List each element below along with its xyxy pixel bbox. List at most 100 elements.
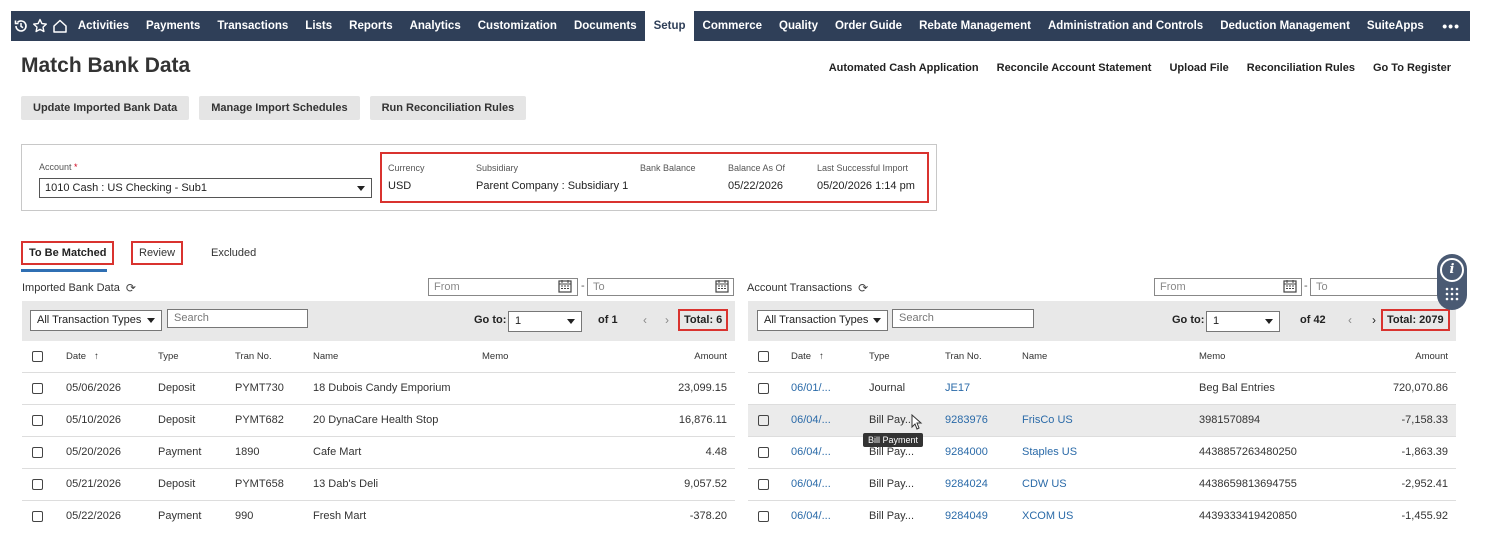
table-row[interactable]: 06/04/... Bill Pay... 9284049 XCOM US 44… bbox=[748, 499, 1456, 532]
column-header-memo[interactable]: Memo bbox=[482, 341, 590, 372]
cell-tran-no-link[interactable]: 9284000 bbox=[945, 435, 1022, 468]
cell-tran-no-link[interactable]: JE17 bbox=[945, 371, 1022, 404]
nav-lists[interactable]: Lists bbox=[297, 11, 341, 41]
row-checkbox-cell[interactable] bbox=[22, 403, 66, 436]
manage-import-schedules-button[interactable]: Manage Import Schedules bbox=[199, 96, 360, 120]
next-page-icon[interactable]: › bbox=[665, 313, 669, 327]
tab-review[interactable]: Review bbox=[131, 241, 184, 265]
nav-analytics[interactable]: Analytics bbox=[401, 11, 469, 41]
cell-name-link[interactable]: Staples US bbox=[1022, 435, 1199, 468]
cell-name-link[interactable] bbox=[1022, 371, 1199, 404]
cell-tran-no-link[interactable]: 9284049 bbox=[945, 499, 1022, 532]
row-checkbox[interactable] bbox=[758, 414, 769, 426]
nav-administration-and-controls[interactable]: Administration and Controls bbox=[1039, 11, 1211, 41]
select-all-checkbox-cell[interactable] bbox=[748, 341, 791, 372]
column-header-date[interactable]: Date ↑ bbox=[66, 341, 158, 372]
nav-deduction-management[interactable]: Deduction Management bbox=[1212, 11, 1359, 41]
prev-page-icon[interactable]: ‹ bbox=[1348, 313, 1352, 327]
nav-order-guide[interactable]: Order Guide bbox=[826, 11, 910, 41]
column-header-tran-no[interactable]: Tran No. bbox=[945, 341, 1022, 372]
column-header-memo[interactable]: Memo bbox=[1199, 341, 1319, 372]
column-header-date[interactable]: Date ↑ bbox=[791, 341, 869, 372]
row-checkbox[interactable] bbox=[758, 478, 769, 490]
recent-history-icon[interactable] bbox=[11, 11, 30, 41]
favorites-star-icon[interactable] bbox=[30, 11, 49, 41]
apps-grid-icon[interactable] bbox=[1445, 287, 1459, 301]
tab-excluded[interactable]: Excluded bbox=[211, 243, 256, 267]
row-checkbox-cell[interactable] bbox=[748, 371, 791, 404]
column-header-name[interactable]: Name bbox=[313, 341, 482, 372]
column-header-type[interactable]: Type bbox=[869, 341, 945, 372]
column-header-amount[interactable]: Amount bbox=[590, 341, 735, 372]
sort-ascending-icon[interactable]: ↑ bbox=[819, 351, 824, 362]
nav-payments[interactable]: Payments bbox=[138, 11, 209, 41]
cell-tran-no-link[interactable]: 9284024 bbox=[945, 467, 1022, 500]
column-header-amount[interactable]: Amount bbox=[1319, 341, 1456, 372]
row-checkbox[interactable] bbox=[758, 510, 769, 522]
row-checkbox[interactable] bbox=[32, 478, 43, 490]
imported-page-select[interactable]: 1 bbox=[508, 311, 582, 332]
nav-commerce[interactable]: Commerce bbox=[694, 11, 770, 41]
nav-activities[interactable]: Activities bbox=[69, 11, 137, 41]
cell-date-link[interactable]: 06/04/... bbox=[791, 467, 869, 500]
cell-date-link[interactable]: 06/01/... bbox=[791, 371, 869, 404]
tab-to-be-matched[interactable]: To Be Matched bbox=[21, 241, 115, 265]
nav-quality[interactable]: Quality bbox=[771, 11, 827, 41]
row-checkbox[interactable] bbox=[32, 414, 43, 426]
column-header-name[interactable]: Name bbox=[1022, 341, 1199, 372]
row-checkbox[interactable] bbox=[32, 382, 43, 394]
row-checkbox-cell[interactable] bbox=[748, 467, 791, 500]
table-row[interactable]: 05/21/2026 Deposit PYMT658 13 Dab's Deli… bbox=[22, 467, 735, 500]
account-to-date-input[interactable]: To bbox=[1310, 278, 1438, 296]
refresh-icon[interactable]: ⟳ bbox=[858, 281, 868, 295]
calendar-icon[interactable] bbox=[558, 279, 572, 293]
account-select[interactable]: 1010 Cash : US Checking - Sub1 bbox=[39, 178, 372, 198]
row-checkbox-cell[interactable] bbox=[22, 499, 66, 532]
update-imported-bank-data-button[interactable]: Update Imported Bank Data bbox=[21, 96, 190, 120]
imported-to-date-input[interactable]: To bbox=[587, 278, 734, 296]
help-widget[interactable]: i bbox=[1437, 254, 1467, 310]
table-row[interactable]: 06/04/... Bill Pay... 9283976 FrisCo US … bbox=[748, 403, 1456, 436]
select-all-checkbox-cell[interactable] bbox=[22, 341, 66, 372]
imported-search-input[interactable]: Search bbox=[167, 309, 308, 328]
row-checkbox-cell[interactable] bbox=[22, 435, 66, 468]
row-checkbox-cell[interactable] bbox=[748, 403, 791, 436]
account-search-input[interactable]: Search bbox=[892, 309, 1034, 328]
home-icon[interactable] bbox=[50, 11, 69, 41]
row-checkbox[interactable] bbox=[32, 510, 43, 522]
column-header-type[interactable]: Type bbox=[158, 341, 235, 372]
table-row[interactable]: 06/04/... Bill Pay... 9284024 CDW US 443… bbox=[748, 467, 1456, 500]
row-checkbox[interactable] bbox=[758, 382, 769, 394]
reconciliation-rules-link[interactable]: Reconciliation Rules bbox=[1247, 62, 1355, 74]
next-page-icon[interactable]: › bbox=[1372, 313, 1376, 327]
row-checkbox-cell[interactable] bbox=[748, 435, 791, 468]
select-all-checkbox[interactable] bbox=[32, 350, 43, 362]
column-header-tran-no[interactable]: Tran No. bbox=[235, 341, 313, 372]
reconcile-account-statement-link[interactable]: Reconcile Account Statement bbox=[997, 62, 1152, 74]
row-checkbox-cell[interactable] bbox=[748, 499, 791, 532]
row-checkbox[interactable] bbox=[758, 446, 769, 458]
table-row[interactable]: 06/04/... Bill Pay... 9284000 Staples US… bbox=[748, 435, 1456, 468]
cell-name-link[interactable]: FrisCo US bbox=[1022, 403, 1199, 436]
cell-date-link[interactable]: 06/04/... bbox=[791, 403, 869, 436]
prev-page-icon[interactable]: ‹ bbox=[643, 313, 647, 327]
nav-setup[interactable]: Setup bbox=[645, 11, 695, 41]
imported-type-filter[interactable]: All Transaction Types bbox=[30, 310, 162, 331]
row-checkbox[interactable] bbox=[32, 446, 43, 458]
nav-reports[interactable]: Reports bbox=[341, 11, 401, 41]
go-to-register-link[interactable]: Go To Register bbox=[1373, 62, 1451, 74]
account-from-date-input[interactable]: From bbox=[1154, 278, 1302, 296]
cell-name-link[interactable]: CDW US bbox=[1022, 467, 1199, 500]
table-row[interactable]: 05/06/2026 Deposit PYMT730 18 Dubois Can… bbox=[22, 371, 735, 404]
table-row[interactable]: 06/01/... Journal JE17 Beg Bal Entries 7… bbox=[748, 371, 1456, 404]
nav-transactions[interactable]: Transactions bbox=[209, 11, 297, 41]
refresh-icon[interactable]: ⟳ bbox=[126, 281, 136, 295]
imported-from-date-input[interactable]: From bbox=[428, 278, 578, 296]
cell-name-link[interactable]: XCOM US bbox=[1022, 499, 1199, 532]
row-checkbox-cell[interactable] bbox=[22, 467, 66, 500]
run-reconciliation-rules-button[interactable]: Run Reconciliation Rules bbox=[369, 96, 527, 120]
nav-more-icon[interactable]: ••• bbox=[1432, 18, 1470, 34]
nav-customization[interactable]: Customization bbox=[469, 11, 565, 41]
calendar-icon[interactable] bbox=[715, 279, 729, 293]
nav-suiteapps[interactable]: SuiteApps bbox=[1358, 11, 1432, 41]
